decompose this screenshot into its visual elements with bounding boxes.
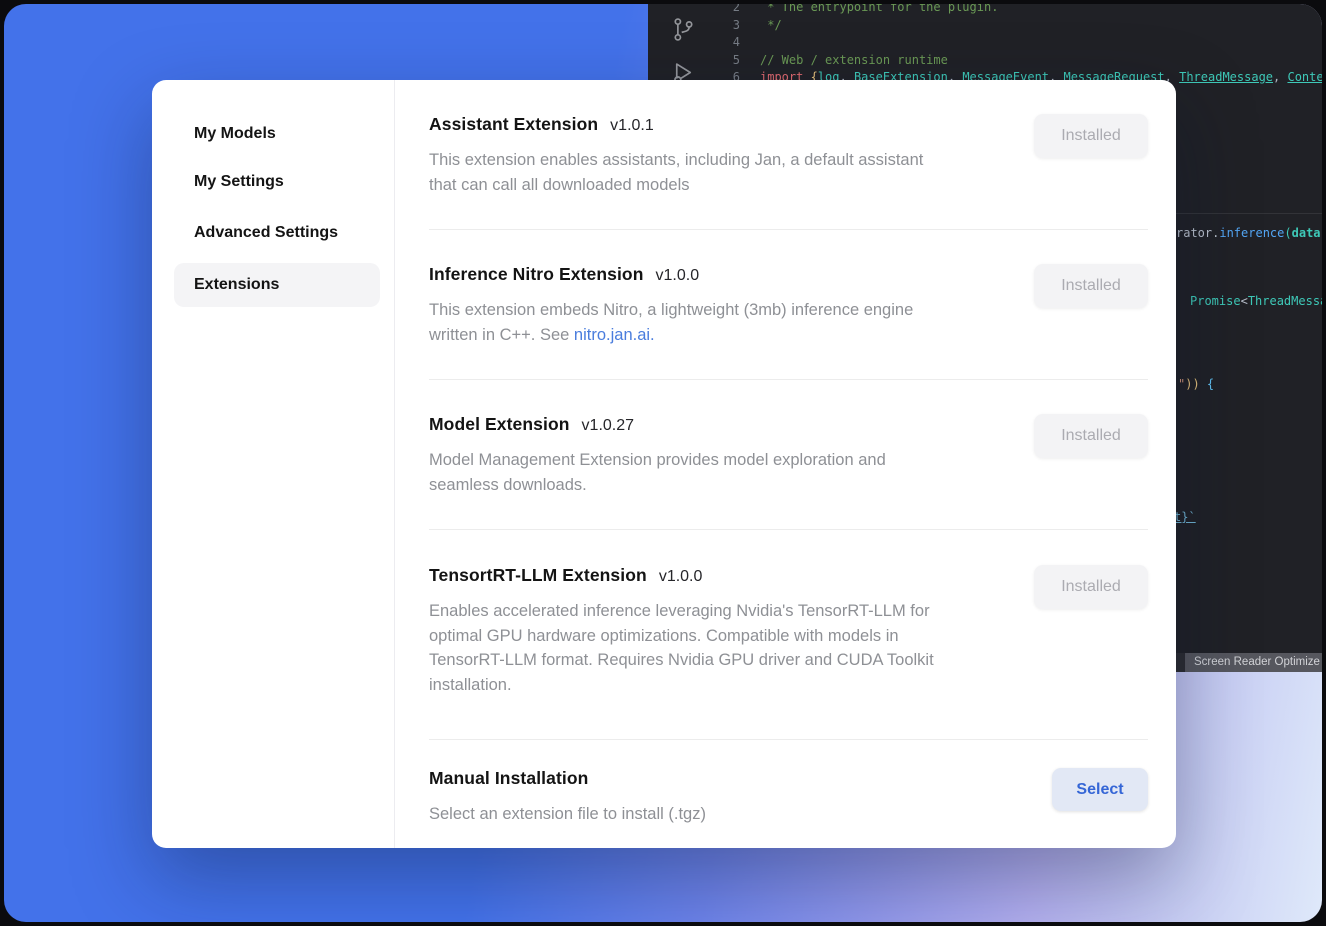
settings-sidebar: My Models My Settings Advanced Settings … — [152, 80, 395, 848]
line-number: 3 — [648, 17, 740, 35]
description-text: This extension embeds Nitro, a lightweig… — [429, 301, 913, 344]
code-line: 2 * The entrypoint for the plugin. — [648, 4, 1322, 17]
row-divider — [429, 379, 1148, 380]
extension-row-model: Model Extension v1.0.27 Model Management… — [429, 414, 1148, 497]
extension-row-tensorrt: TensortRT-LLM Extension v1.0.0 Enables a… — [429, 565, 1148, 697]
code-text: // Web / extension runtime — [740, 52, 948, 70]
sidebar-item-label: My Settings — [194, 173, 284, 191]
sidebar-item-extensions[interactable]: Extensions — [174, 263, 380, 307]
sidebar-item-my-models[interactable]: My Models — [174, 112, 380, 156]
manual-installation-description: Select an extension file to install (.tg… — [429, 802, 1029, 827]
code-line: 4 — [648, 34, 1322, 52]
code-fragment: t}` — [1174, 510, 1196, 524]
extension-row-nitro: Inference Nitro Extension v1.0.0 This ex… — [429, 264, 1148, 347]
code-line: 3 */ — [648, 17, 1322, 35]
gradient-background: 2 * The entrypoint for the plugin. 3 */ … — [4, 4, 1322, 922]
line-number: 2 — [648, 4, 740, 17]
extension-title: Model Extension — [429, 414, 570, 435]
code-line: 5 // Web / extension runtime — [648, 52, 1322, 70]
sidebar-item-label: Extensions — [194, 276, 279, 294]
screenshot-canvas: 2 * The entrypoint for the plugin. 3 */ … — [0, 0, 1326, 926]
extension-row-assistant: Assistant Extension v1.0.1 This extensio… — [429, 114, 1148, 197]
row-divider — [429, 739, 1148, 740]
code-text: */ — [740, 17, 782, 35]
extensions-panel: Assistant Extension v1.0.1 This extensio… — [394, 80, 1176, 848]
nitro-jan-ai-link[interactable]: nitro.jan.ai. — [574, 326, 655, 344]
installed-button[interactable]: Installed — [1034, 414, 1148, 458]
code-fragment: ")) { — [1178, 377, 1214, 391]
sidebar-item-label: Advanced Settings — [194, 224, 338, 242]
extension-description: Enables accelerated inference leveraging… — [429, 599, 1029, 697]
code-text: * The entrypoint for the plugin. — [740, 4, 998, 17]
select-file-button[interactable]: Select — [1052, 768, 1148, 811]
extension-version: v1.0.0 — [659, 568, 703, 586]
row-divider — [429, 229, 1148, 230]
extension-version: v1.0.0 — [656, 267, 700, 285]
code-text — [740, 34, 760, 52]
manual-installation-row: Manual Installation Select an extension … — [429, 768, 1148, 827]
code-lines: 2 * The entrypoint for the plugin. 3 */ … — [648, 4, 1322, 87]
installed-button[interactable]: Installed — [1034, 264, 1148, 308]
extension-title: Assistant Extension — [429, 114, 598, 135]
line-number: 4 — [648, 34, 740, 52]
sidebar-item-advanced-settings[interactable]: Advanced Settings — [174, 211, 380, 255]
settings-modal: My Models My Settings Advanced Settings … — [152, 80, 1176, 848]
sidebar-item-label: My Models — [194, 125, 276, 143]
extension-description: This extension embeds Nitro, a lightweig… — [429, 298, 1029, 347]
row-divider — [429, 529, 1148, 530]
sidebar-item-my-settings[interactable]: My Settings — [174, 160, 380, 204]
extension-description: Model Management Extension provides mode… — [429, 448, 1029, 497]
line-number: 5 — [648, 52, 740, 70]
screen-reader-status-item[interactable]: Screen Reader Optimize — [1185, 653, 1322, 672]
code-fragment: Promise<ThreadMessage> — [1190, 294, 1322, 308]
installed-button[interactable]: Installed — [1034, 565, 1148, 609]
installed-button[interactable]: Installed — [1034, 114, 1148, 158]
manual-installation-title: Manual Installation — [429, 768, 588, 789]
extension-version: v1.0.27 — [582, 417, 634, 435]
extension-version: v1.0.1 — [610, 117, 654, 135]
extension-description: This extension enables assistants, inclu… — [429, 148, 1029, 197]
extension-title: Inference Nitro Extension — [429, 264, 644, 285]
code-fragment: rator.inference(data)); — [1176, 226, 1322, 240]
extension-title: TensortRT-LLM Extension — [429, 565, 647, 586]
